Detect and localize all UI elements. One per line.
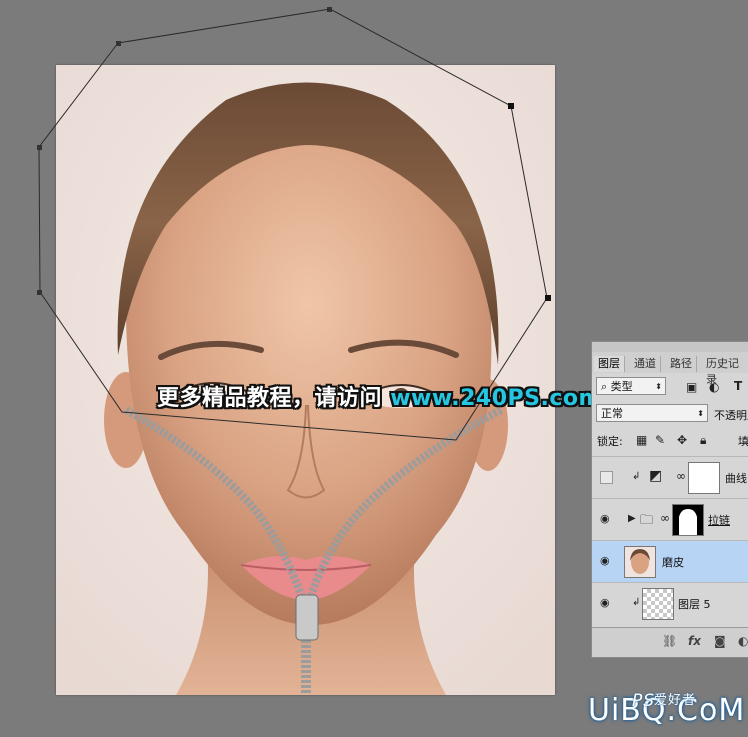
fill-label: 填充 (738, 435, 748, 448)
site-watermark: UiBQ.CoM PS 爱好者 (588, 691, 745, 728)
chain-link-icon[interactable]: ∞ (676, 469, 686, 483)
site-watermark-ps: PS (632, 691, 656, 711)
lock-label: 锁定: (597, 435, 623, 448)
path-anchor[interactable] (327, 7, 332, 12)
chevron-updown-icon: ⬍ (697, 409, 704, 418)
search-icon: ⌕ (601, 380, 611, 393)
clip-arrow-icon: ↲ (632, 471, 641, 482)
panel-tab-bar: 图层 通道 路径 历史记录 (592, 342, 748, 386)
visibility-toggle-off[interactable] (600, 471, 613, 484)
panel-bottom-bar: ⛓ fx ◙ ◐ (592, 627, 748, 657)
tab-paths[interactable]: 路径 (666, 356, 697, 372)
opacity-label: 不透明度 (714, 409, 748, 422)
blend-row: 正常 ⬍ 不透明度 (592, 402, 748, 424)
filter-kind-select[interactable]: ⌕ 类型 ⬍ (596, 377, 666, 395)
curves-icon: ◩ (649, 468, 663, 484)
blend-mode-value: 正常 (601, 407, 623, 420)
tab-layers[interactable]: 图层 (594, 356, 625, 372)
tutorial-watermark: 更多精品教程，请访问 www.240PS.com (157, 380, 602, 412)
lock-position-icon[interactable]: ✥ (677, 433, 687, 447)
watermark-cn-text: 更多精品教程，请访问 (157, 386, 383, 411)
layer-thumbnail[interactable] (642, 588, 674, 620)
group-mask-thumbnail[interactable] (672, 504, 704, 536)
layer-name: 图层 5 (678, 598, 711, 611)
tab-channels[interactable]: 通道 (630, 356, 661, 372)
lock-all-icon[interactable]: 🔒︎ (700, 433, 706, 447)
mask-icon[interactable]: ◙ (714, 634, 726, 648)
blend-mode-select[interactable]: 正常 ⬍ (596, 404, 708, 422)
fx-icon[interactable]: fx (688, 634, 701, 648)
clip-arrow-icon: ↲ (632, 597, 641, 608)
chain-link-icon[interactable]: ∞ (660, 511, 670, 525)
adjustment-icon[interactable]: ◐ (738, 634, 748, 648)
layer-row-layer5[interactable]: ◉ ↲ 图层 5 (592, 582, 748, 624)
eye-icon[interactable]: ◉ (600, 512, 610, 525)
tab-history[interactable]: 历史记录 (702, 356, 748, 386)
lock-transparent-icon[interactable]: ▦ (636, 433, 647, 447)
layer-row-curves[interactable]: ↲ ◩ ∞ 曲线 (592, 456, 748, 498)
chevron-updown-icon: ⬍ (655, 382, 662, 391)
layer-name: 磨皮 (662, 556, 684, 569)
text-filter-icon[interactable]: T (734, 379, 742, 393)
filter-row: ⌕ 类型 ⬍ ▣ ◐ T (592, 375, 748, 397)
layer-name: 曲线 (725, 472, 747, 485)
path-anchor[interactable] (37, 145, 42, 150)
site-watermark-cn: 爱好者 (654, 693, 697, 708)
path-anchor[interactable] (37, 290, 42, 295)
eye-icon[interactable]: ◉ (600, 554, 610, 567)
filter-kind-value: 类型 (610, 380, 633, 393)
watermark-url: www.240PS.com (390, 386, 602, 411)
layer-row-skin-smoothing[interactable]: ◉ 磨皮 (592, 540, 748, 582)
layer-row-zipper-group[interactable]: ◉ ▶ 🗀 ∞ 拉链 (592, 498, 748, 540)
expand-triangle-icon[interactable]: ▶ (628, 513, 636, 524)
path-anchor[interactable] (116, 41, 121, 46)
link-icon[interactable]: ⛓ (662, 634, 677, 648)
eye-icon[interactable]: ◉ (600, 596, 610, 609)
layer-mask-thumbnail[interactable] (688, 462, 720, 494)
lock-row: 锁定: ▦ ✎ ✥ 🔒︎ 填充 (592, 430, 748, 450)
mask-shape (679, 509, 697, 535)
portrait-thumbnail (625, 547, 655, 577)
lock-pixels-icon[interactable]: ✎ (655, 433, 665, 447)
image-filter-icon[interactable]: ▣ (686, 380, 697, 394)
panel-grip[interactable] (592, 342, 748, 352)
adjustment-filter-icon[interactable]: ◐ (709, 380, 719, 394)
layer-thumbnail[interactable] (624, 546, 656, 578)
layer-name: 拉链 (708, 514, 730, 527)
layers-panel: 图层 通道 路径 历史记录 ⌕ 类型 ⬍ ▣ ◐ T 正常 ⬍ 不透明度 锁定:… (591, 341, 748, 658)
folder-icon: 🗀 (640, 513, 654, 528)
